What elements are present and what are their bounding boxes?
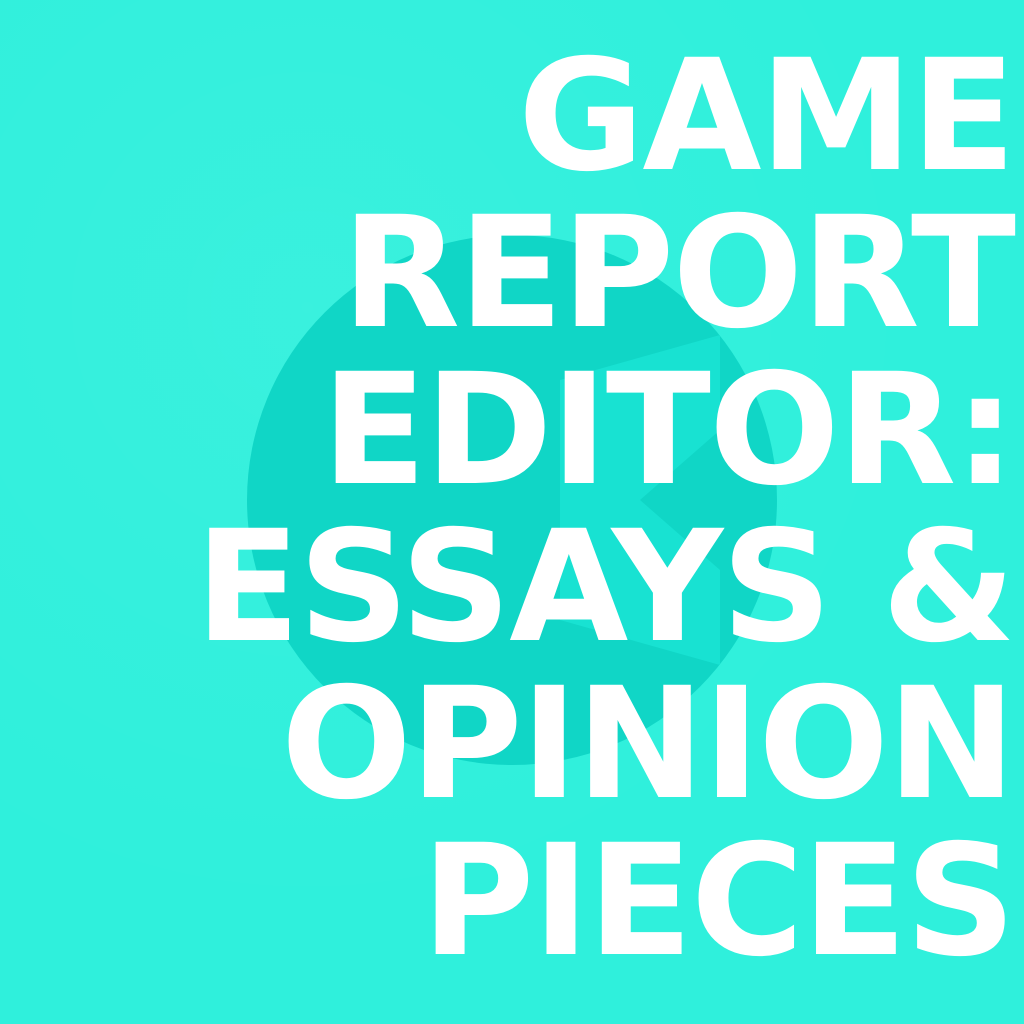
headline-line-4: ESSAYS & [195,498,1016,677]
headline-line-2: REPORT [341,184,1016,363]
headline-line-5: OPINION [280,655,1016,834]
headline-line-1: GAME [517,27,1016,206]
headline: GAME REPORT EDITOR: ESSAYS & OPINION PIE… [195,27,1016,991]
headline-line-3: EDITOR: [321,341,1016,520]
headline-line-6: PIECES [421,812,1016,991]
